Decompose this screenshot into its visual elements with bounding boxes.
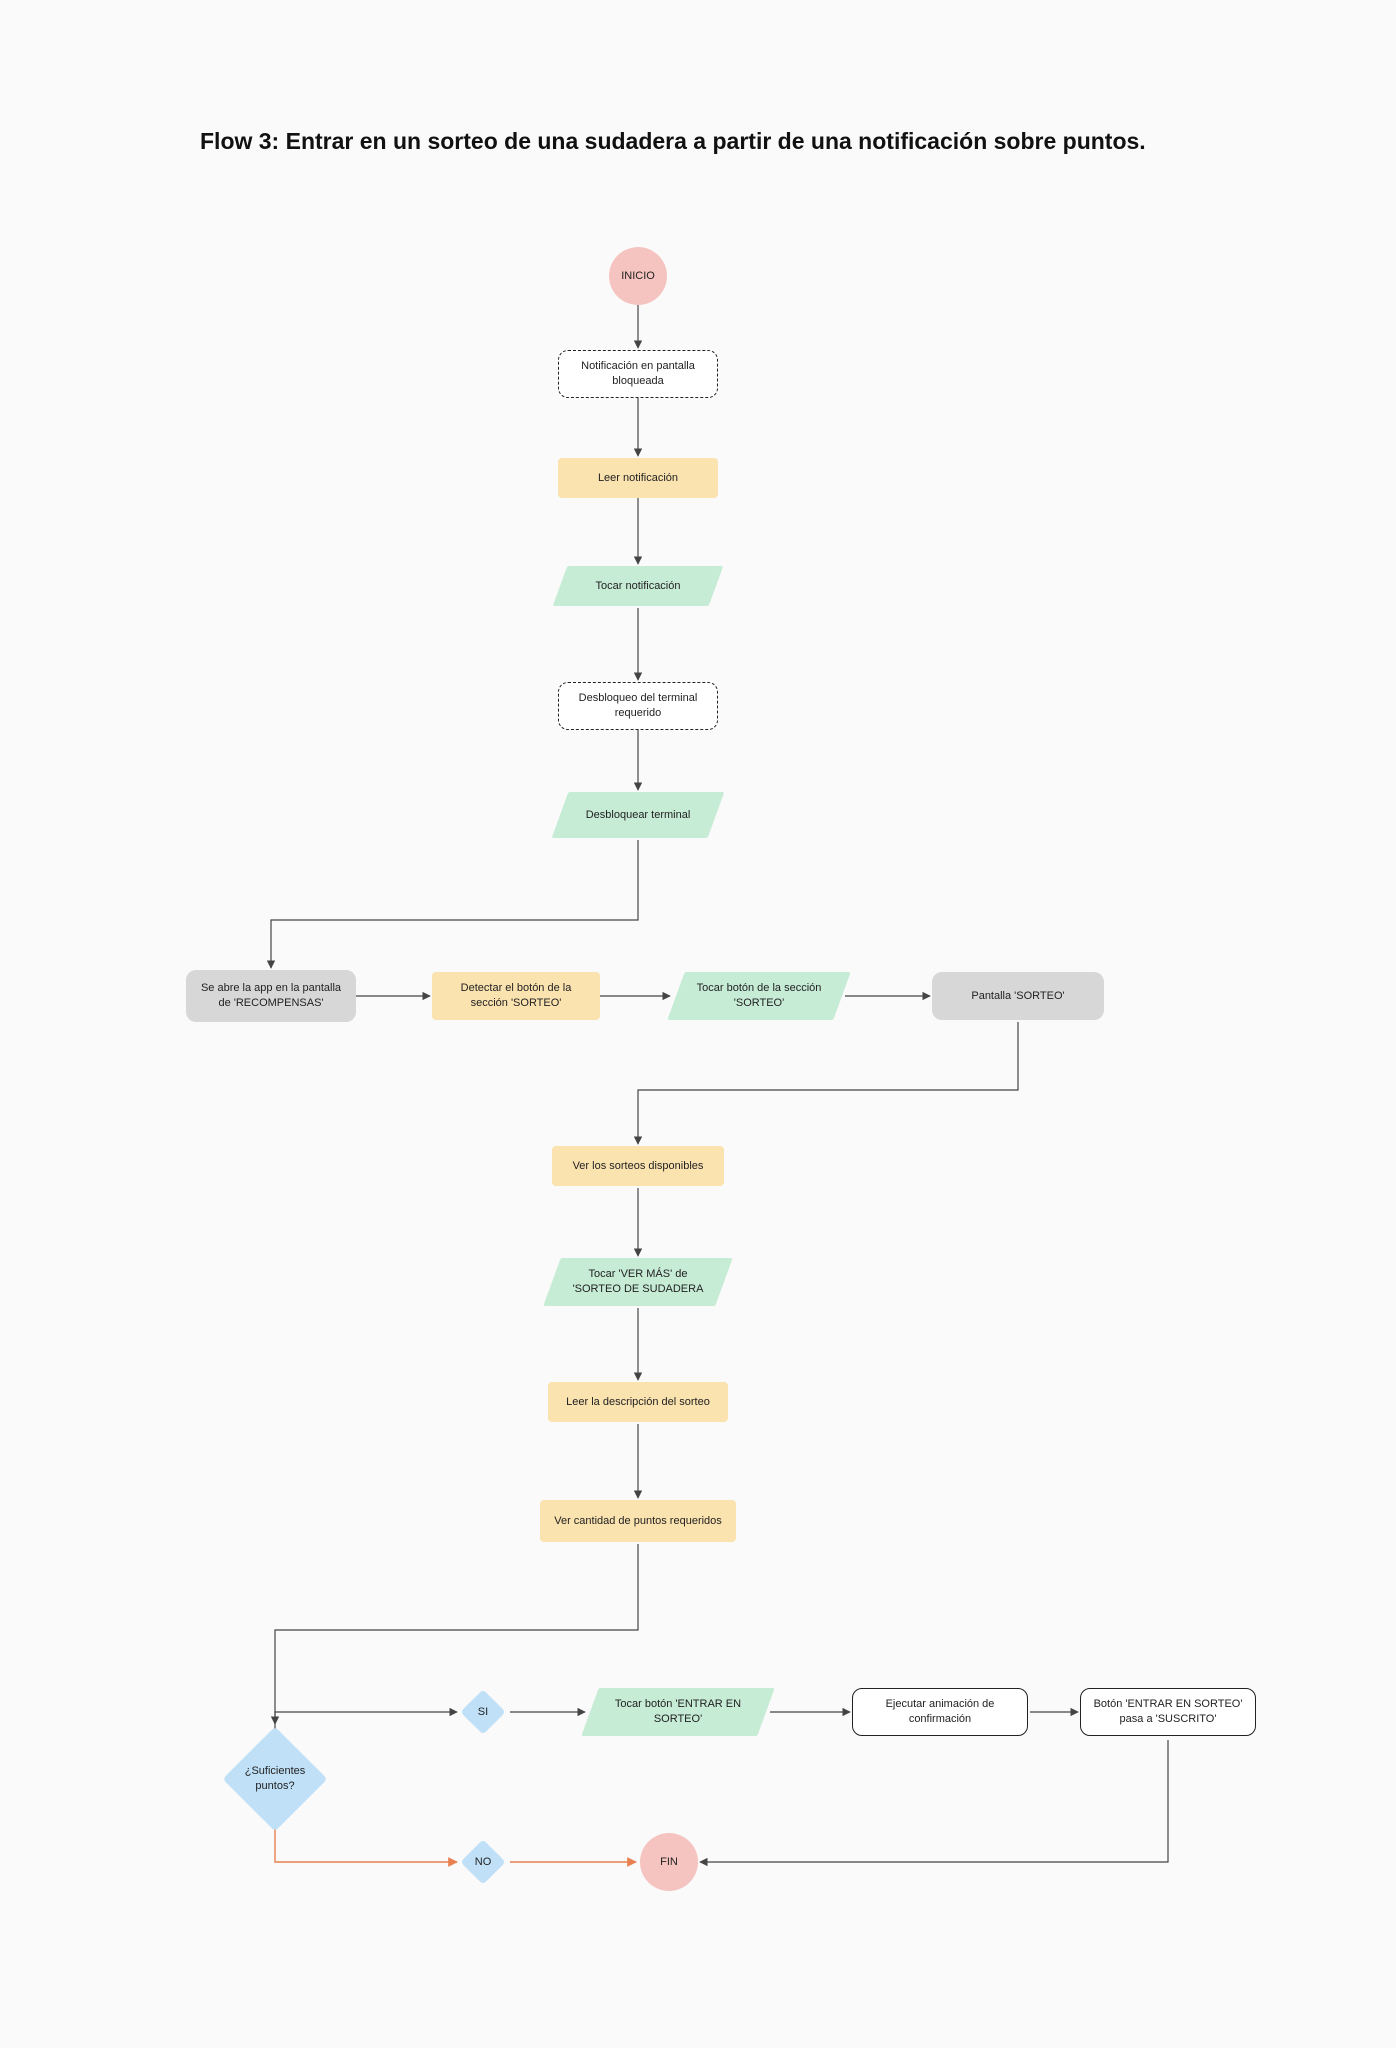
tap-notification-label: Tocar notificación [560, 566, 716, 606]
tap-entrar-en-sorteo: Tocar botón 'ENTRAR EN SORTEO' [590, 1688, 766, 1736]
view-available-raffles: Ver los sorteos disponibles [552, 1146, 724, 1186]
tap-notification: Tocar notificación [560, 566, 716, 606]
read-notification: Leer notificación [558, 458, 718, 498]
page-title: Flow 3: Entrar en un sorteo de una sudad… [200, 128, 1146, 155]
yes-branch: SI [458, 1687, 508, 1737]
detect-sorteo-button: Detectar el botón de la sección 'SORTEO' [432, 972, 600, 1020]
enough-points-label: ¿Suficientes puntos? [224, 1728, 326, 1830]
sorteo-screen: Pantalla 'SORTEO' [932, 972, 1104, 1020]
unlock-terminal-label: Desbloquear terminal [560, 792, 716, 838]
tap-ver-mas-sudadera: Tocar 'VER MÁS' de 'SORTEO DE SUDADERA [552, 1258, 724, 1306]
start-node: INICIO [609, 247, 667, 305]
app-opens-rewards-screen: Se abre la app en la pantalla de 'RECOMP… [186, 970, 356, 1022]
yes-label: SI [458, 1687, 508, 1737]
unlock-required: Desbloqueo del terminal requerido [558, 682, 718, 730]
screen-locked-notification: Notificación en pantalla bloqueada [558, 350, 718, 398]
button-changes-to-suscrito: Botón 'ENTRAR EN SORTEO' pasa a 'SUSCRIT… [1080, 1688, 1256, 1736]
no-branch: NO [458, 1837, 508, 1887]
connector-layer [0, 0, 1396, 2048]
confirmation-animation: Ejecutar animación de confirmación [852, 1688, 1028, 1736]
tap-sorteo-button-label: Tocar botón de la sección 'SORTEO' [676, 972, 842, 1020]
tap-sorteo-button: Tocar botón de la sección 'SORTEO' [676, 972, 842, 1020]
view-required-points: Ver cantidad de puntos requeridos [540, 1500, 736, 1542]
tap-entrar-en-sorteo-label: Tocar botón 'ENTRAR EN SORTEO' [590, 1688, 766, 1736]
end-node: FIN [640, 1833, 698, 1891]
unlock-terminal: Desbloquear terminal [560, 792, 716, 838]
read-raffle-description: Leer la descripción del sorteo [548, 1382, 728, 1422]
tap-ver-mas-sudadera-label: Tocar 'VER MÁS' de 'SORTEO DE SUDADERA [552, 1258, 724, 1306]
no-label: NO [458, 1837, 508, 1887]
enough-points-decision: ¿Suficientes puntos? [224, 1728, 326, 1830]
